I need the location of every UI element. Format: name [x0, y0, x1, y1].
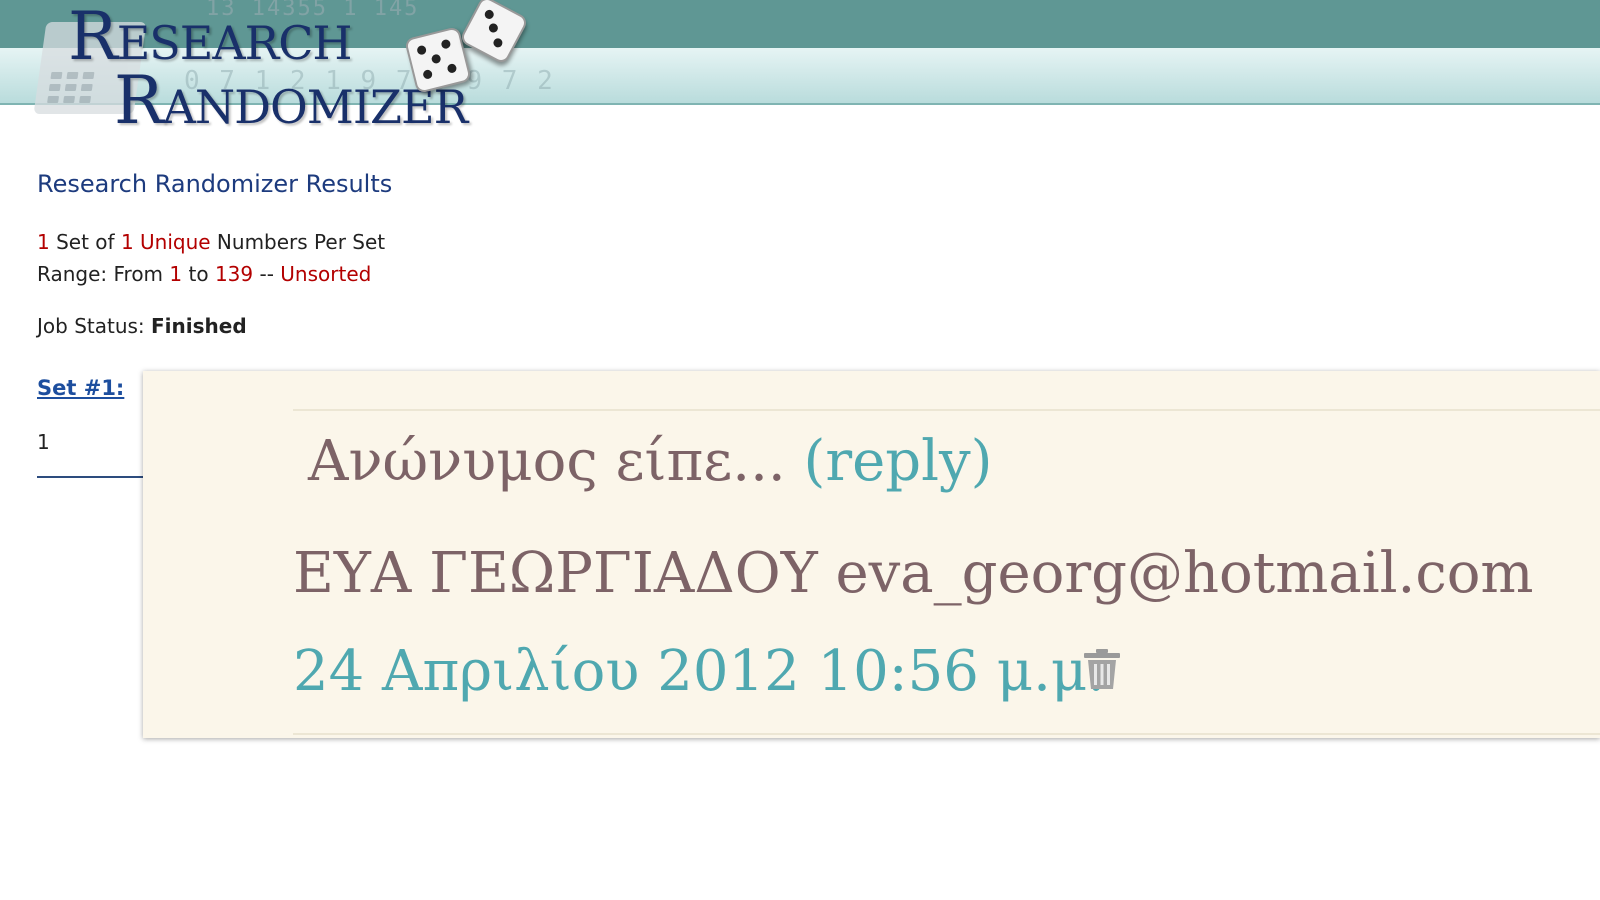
job-status-label: Job Status: — [37, 314, 152, 338]
range-prefix: Range: From — [37, 262, 170, 286]
range-separator: -- — [253, 262, 281, 286]
range-to-text: to — [182, 262, 215, 286]
comment-timestamp-link[interactable]: 24 Απριλίου 2012 10:56 μ.μ. — [293, 639, 1105, 704]
range-to: 139 — [214, 262, 254, 286]
set-1-link[interactable]: Set #1: — [37, 376, 124, 400]
range-summary: Range: From 1 to 139 -- Unsorted — [37, 262, 371, 286]
sets-count: 1 — [37, 230, 50, 254]
comment-divider-top — [293, 409, 1600, 411]
page-title: Research Randomizer Results — [37, 170, 393, 198]
numbers-per-set-text: Numbers Per Set — [210, 230, 386, 254]
job-status-value: Finished — [151, 314, 247, 338]
unique-text: Unique — [133, 230, 211, 254]
range-from: 1 — [169, 262, 183, 286]
dice-icon — [458, 0, 530, 66]
comment-author: Ανώνυμος είπε... (reply) — [308, 429, 993, 494]
set-summary: 1 Set of 1 Unique Numbers Per Set — [37, 230, 385, 254]
reply-link[interactable]: (reply) — [804, 429, 993, 494]
job-status: Job Status: Finished — [37, 314, 247, 338]
comment-author-text: Ανώνυμος είπε... — [308, 429, 804, 494]
site-logo[interactable]: 13 14355 1 145 0 7 1 2 1 9 7 3 9 7 2 Res… — [33, 0, 553, 140]
comment-body: ΕΥΑ ΓΕΩΡΓΙΑΔΟΥ eva_georg@hotmail.com — [293, 541, 1534, 606]
comment-divider-bottom — [293, 733, 1600, 735]
set-1-values: 1 — [37, 430, 50, 454]
trash-icon[interactable] — [1081, 647, 1123, 691]
divider — [37, 476, 157, 478]
set-of-text: Set of — [49, 230, 121, 254]
per-set-count: 1 — [120, 230, 134, 254]
sort-mode: Unsorted — [280, 262, 372, 286]
comment-card: Ανώνυμος είπε... (reply) ΕΥΑ ΓΕΩΡΓΙΑΔΟΥ … — [143, 371, 1600, 738]
